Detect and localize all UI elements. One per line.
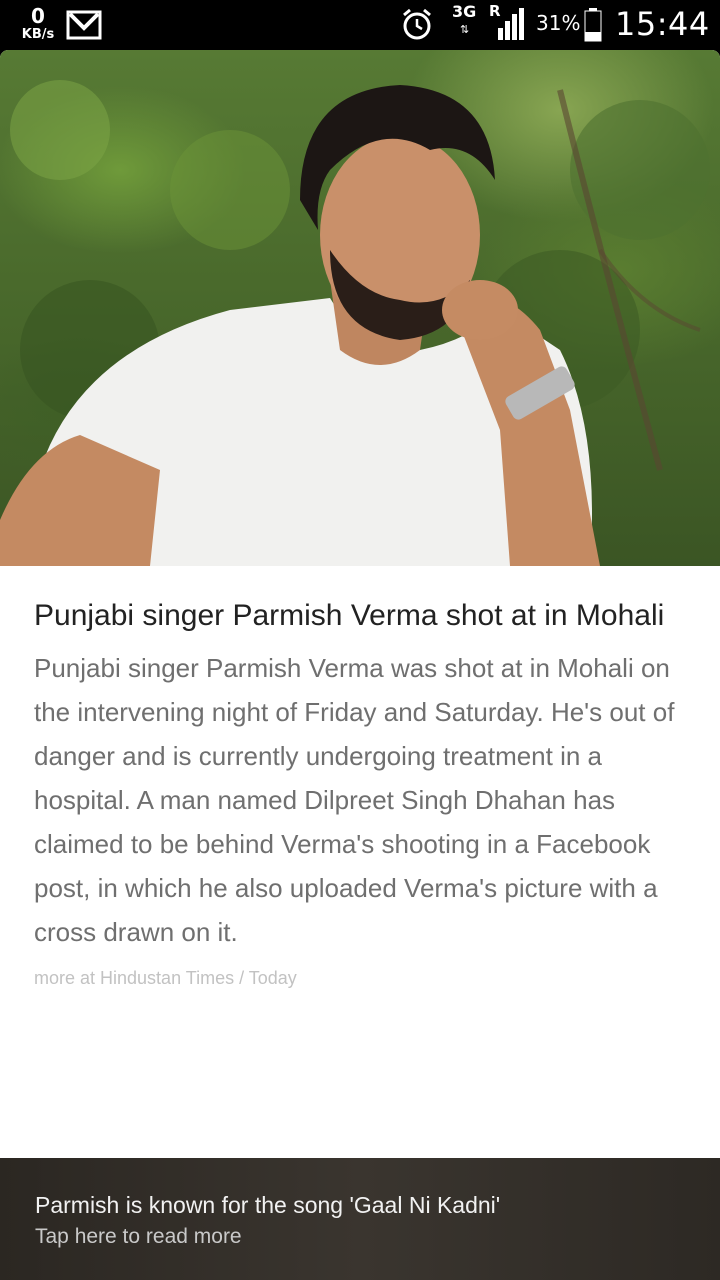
- network-speed-value: 0: [31, 4, 45, 28]
- gmail-icon: [66, 10, 102, 44]
- battery-percent: 31%: [536, 11, 581, 35]
- article-source-link[interactable]: more at Hindustan Times / Today: [34, 968, 686, 989]
- network-speed-indicator: 0 KB/s: [18, 6, 58, 41]
- read-more-title: Parmish is known for the song 'Gaal Ni K…: [35, 1192, 501, 1218]
- network-speed-unit: KB/s: [21, 27, 55, 42]
- read-more-banner[interactable]: Parmish is known for the song 'Gaal Ni K…: [0, 1158, 720, 1280]
- article-body: Punjabi singer Parmish Verma was shot at…: [34, 653, 675, 947]
- battery-icon: [584, 8, 602, 46]
- alarm-icon: [400, 8, 434, 46]
- article-content: Punjabi singer Parmish Verma shot at in …: [0, 566, 720, 989]
- status-bar: 0 KB/s 3G ⇅ R 31% 15:44: [0, 0, 720, 50]
- read-more-hint: Tap here to read more: [35, 1225, 242, 1248]
- data-activity-icon: ⇅: [460, 23, 470, 36]
- signal-icon: [496, 8, 524, 44]
- article-headline: Punjabi singer Parmish Verma shot at in …: [34, 599, 665, 632]
- article-photo: [0, 50, 720, 566]
- network-type-label: 3G: [452, 2, 477, 21]
- news-card[interactable]: Punjabi singer Parmish Verma shot at in …: [0, 50, 720, 1158]
- status-clock: 15:44: [615, 5, 710, 43]
